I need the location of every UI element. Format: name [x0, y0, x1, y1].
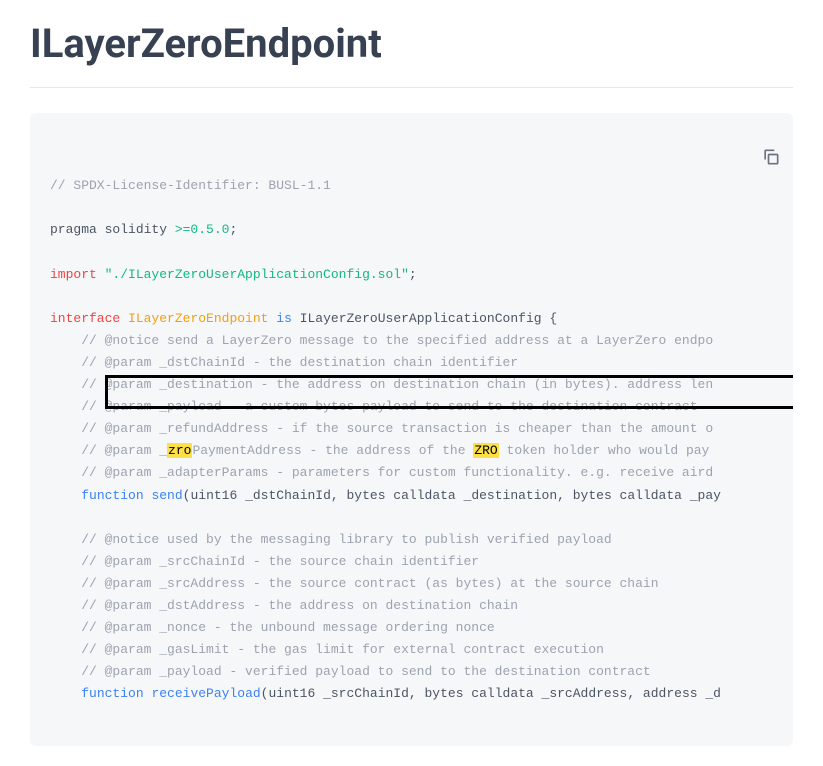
code-token: (uint16 _srcChainId, bytes calldata _src…	[261, 686, 721, 701]
code-comment: // @param _payload - a custom bytes payl…	[81, 399, 697, 414]
page-title: ILayerZeroEndpoint	[30, 20, 793, 67]
code-comment: // @param _nonce - the unbound message o…	[81, 620, 494, 635]
code-token: >=0.5.0	[175, 222, 230, 237]
code-comment: // @param _adapterParams - parameters fo…	[81, 465, 713, 480]
highlight-zro: zro	[167, 443, 192, 458]
code-token: ;	[229, 222, 237, 237]
code-token: receivePayload	[151, 686, 260, 701]
code-comment: // @param _srcChainId - the source chain…	[81, 554, 479, 569]
code-comment: // @param _destination - the address on …	[81, 377, 713, 392]
copy-icon[interactable]	[761, 125, 781, 145]
code-token: function	[81, 488, 143, 503]
divider	[30, 87, 793, 88]
code-comment: // @param _dstChainId - the destination …	[81, 355, 518, 370]
code-token: import	[50, 267, 97, 282]
code-token: ;	[409, 267, 417, 282]
code-token: interface	[50, 311, 120, 326]
code-block: // SPDX-License-Identifier: BUSL-1.1 pra…	[30, 113, 793, 746]
code-token: send	[151, 488, 182, 503]
code-token: pragma solidity	[50, 222, 175, 237]
code-comment: // @notice used by the messaging library…	[81, 532, 612, 547]
code-comment: // @notice send a LayerZero message to t…	[81, 333, 713, 348]
code-token: (uint16 _dstChainId, bytes calldata _des…	[183, 488, 721, 503]
code-comment: // @param _srcAddress - the source contr…	[81, 576, 658, 591]
code-token: function	[81, 686, 143, 701]
code-token: {	[542, 311, 558, 326]
code-comment: // @param _payload - verified payload to…	[81, 664, 651, 679]
code-comment: // @param _dstAddress - the address on d…	[81, 598, 518, 613]
code-comment: // @param _zroPaymentAddress - the addre…	[81, 443, 717, 458]
code-comment: // @param _refundAddress - if the source…	[81, 421, 713, 436]
code-comment: // SPDX-License-Identifier: BUSL-1.1	[50, 178, 331, 193]
code-token: is	[276, 311, 292, 326]
code-token: "./ILayerZeroUserApplicationConfig.sol"	[105, 267, 409, 282]
code-comment: // @param _gasLimit - the gas limit for …	[81, 642, 604, 657]
code-token: ILayerZeroEndpoint	[128, 311, 268, 326]
code-token: ILayerZeroUserApplicationConfig	[300, 311, 542, 326]
highlight-zro-upper: ZRO	[473, 443, 498, 458]
